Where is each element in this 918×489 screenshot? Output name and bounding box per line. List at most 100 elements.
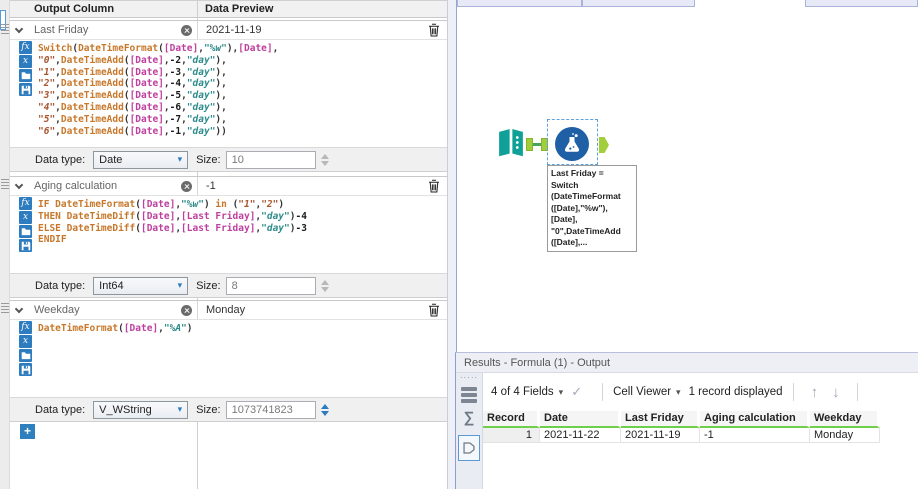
data-preview-header: Data Preview [205,3,274,15]
column-header[interactable]: Date [540,411,621,428]
annotation-line: Switch [551,179,579,190]
output-column-input[interactable] [28,180,178,192]
data-type-dropdown[interactable]: Int64 ▾ [93,276,189,295]
fields-dropdown[interactable]: 4 of 4 Fields [491,386,554,398]
expression-drag-handle[interactable] [1,303,9,314]
profile-view-icon[interactable]: ∑ [464,410,475,426]
left-edge-strip [0,0,10,489]
output-column-field[interactable] [28,301,197,319]
functions-icon[interactable]: fx [19,197,32,210]
apply-check-icon[interactable]: ✓ [571,384,582,400]
expression-block: Monday fx x [10,300,447,422]
variables-icon[interactable]: x [19,55,32,68]
output-anchor[interactable] [526,138,533,151]
variables-icon[interactable]: x [19,335,32,348]
input-data-tool[interactable] [496,127,526,158]
data-cell[interactable]: Monday [810,428,880,443]
delete-expression-button[interactable] [426,303,442,317]
formula-tool[interactable] [555,127,589,161]
toolbar-divider [602,383,604,401]
formula-code[interactable]: IF DateTimeFormat([Date],"%w") in ("1","… [33,196,447,273]
open-expression-folder-icon[interactable] [19,69,32,82]
canvas-tab[interactable] [457,0,582,7]
next-record-button[interactable]: ↓ [832,384,840,401]
size-input[interactable]: 8 [225,276,316,295]
expression-editor[interactable]: fx x IF DateTimeFormat([Date],"%w") in (… [10,196,447,273]
grip-dots-icon: ····· [459,373,479,382]
clear-field-icon[interactable] [181,25,192,36]
annotation-line: (DateTimeFormat [551,191,621,201]
delete-expression-button[interactable] [426,179,442,193]
expression-drag-handle[interactable] [1,179,9,190]
functions-icon[interactable]: fx [19,41,32,54]
column-header[interactable]: Weekday [810,411,880,428]
workflow-canvas[interactable]: Last Friday = Switch (DateTimeFormat ([Date… [457,0,918,352]
column-header[interactable]: Aging calculation [700,411,810,428]
chevron-down-icon[interactable]: ▾ [559,387,564,398]
expression-editor[interactable]: fx x DateTimeFormat([Date],"%A") [10,320,447,397]
data-type-label: Data type: [35,153,86,166]
output-column-input[interactable] [28,304,178,316]
data-type-label: Data type: [35,279,86,292]
functions-icon[interactable]: fx [19,321,32,334]
collapse-chevron-icon[interactable] [10,180,28,189]
previous-record-button[interactable]: ↑ [811,384,819,401]
canvas-tab[interactable] [582,0,695,7]
annotation-view-button[interactable] [458,435,480,461]
output-column-field[interactable] [28,21,197,39]
variables-icon[interactable]: x [19,211,32,224]
expression-editor[interactable]: fx x Switch(DateTimeFormat([Date],"%w"),… [10,40,447,147]
data-cell[interactable]: 2021-11-19 [621,428,700,443]
save-expression-icon[interactable] [19,239,32,252]
output-column-input[interactable] [28,24,178,36]
editor-toolbar: fx x [19,196,33,273]
data-type-label: Data type: [35,403,86,416]
table-row: 1 2021-11-22 2021-11-19 -1 Monday [483,428,880,443]
clear-field-icon[interactable] [181,305,192,316]
record-number-cell[interactable]: 1 [483,428,540,443]
formula-code[interactable]: DateTimeFormat([Date],"%A") [33,320,447,397]
tool-annotation[interactable]: Last Friday = Switch (DateTimeFormat ([Date… [547,165,637,252]
code-line: ELSE DateTimeDiff([Date],[Last Friday],"… [38,222,307,234]
open-expression-folder-icon[interactable] [19,349,32,362]
output-anchor[interactable] [599,137,609,153]
cell-viewer-dropdown[interactable]: Cell Viewer [613,386,671,398]
formula-code[interactable]: Switch(DateTimeFormat([Date],"%w"),[Date… [33,40,447,147]
table-view-icon[interactable] [461,387,477,403]
size-input[interactable]: 10 [225,150,316,169]
data-type-dropdown[interactable]: V_WString ▾ [93,400,189,419]
expression-name-row: -1 [10,176,447,196]
collapse-chevron-icon[interactable] [10,24,28,33]
column-header[interactable]: Record [483,411,540,428]
size-stepper[interactable] [320,403,329,416]
clear-field-icon[interactable] [181,181,192,192]
trash-icon [429,179,439,193]
data-type-row: Data type: Date ▾ Size: 10 [10,147,447,172]
code-line: "6",DateTimeAdd([Date],-1,"day")) [38,125,227,137]
canvas-tab[interactable] [805,0,918,7]
save-expression-icon[interactable] [19,363,32,376]
code-line: "5",DateTimeAdd([Date],-7,"day"), [38,113,227,125]
size-stepper[interactable] [320,153,329,166]
chevron-down-icon[interactable]: ▾ [676,387,681,398]
column-header[interactable]: Last Friday [621,411,700,428]
code-line: DateTimeFormat([Date],"%A") [38,323,193,334]
chevron-down-icon: ▾ [177,154,183,164]
delete-expression-button[interactable] [426,23,442,37]
output-column-header: Output Column [34,3,115,15]
size-input[interactable]: 1073741823 [225,400,316,419]
expression-drag-handle[interactable] [1,24,9,35]
save-expression-icon[interactable] [19,83,32,96]
data-preview-value: 2021-11-19 [197,21,426,39]
data-type-dropdown[interactable]: Date ▾ [93,150,189,169]
data-cell[interactable]: 2021-11-22 [540,428,621,443]
size-stepper[interactable] [320,279,329,292]
output-column-field[interactable] [28,177,197,195]
add-expression-button[interactable]: + [20,424,35,439]
trash-icon [429,303,439,317]
data-cell[interactable]: -1 [700,428,810,443]
collapse-chevron-icon[interactable] [10,304,28,313]
annotation-line: Last Friday = [551,168,604,178]
expression-name-row: 2021-11-19 [10,20,447,40]
open-expression-folder-icon[interactable] [19,225,32,238]
